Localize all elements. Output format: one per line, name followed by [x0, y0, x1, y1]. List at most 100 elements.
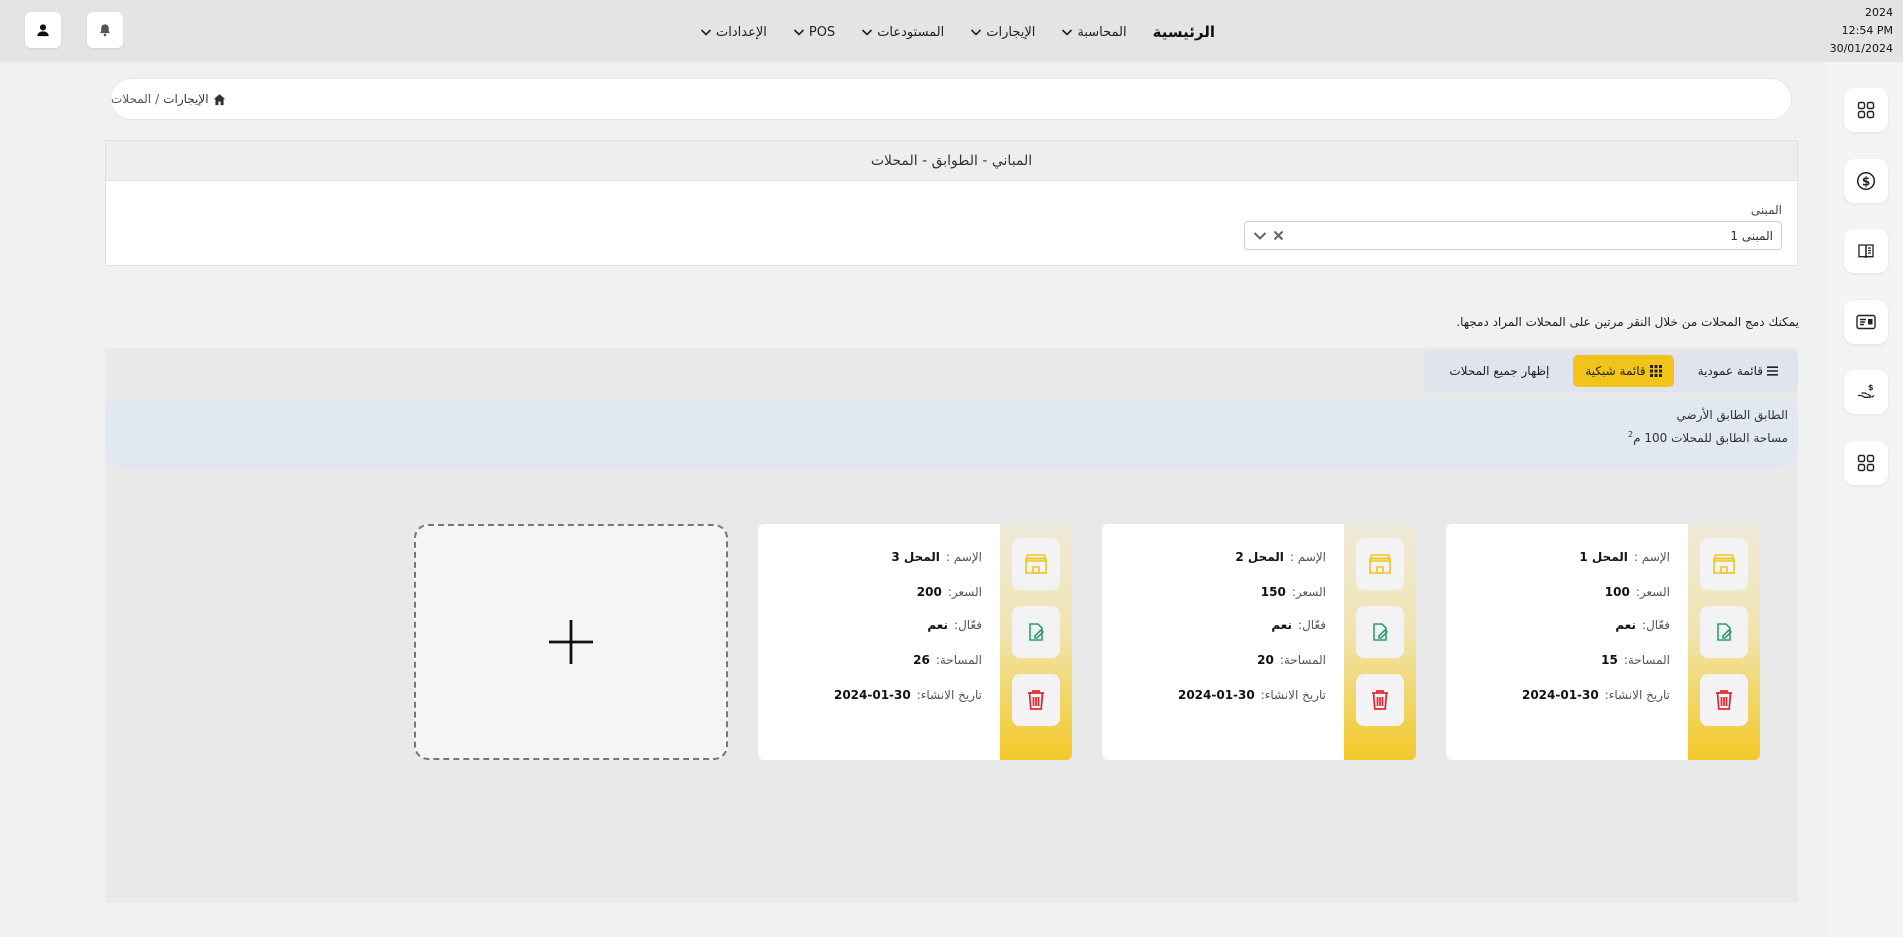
user-menu-button[interactable] — [25, 12, 61, 48]
floor-info-box: الطابق الطابق الأرضي مساحة الطابق للمحلا… — [105, 398, 1798, 468]
book-icon — [1858, 244, 1874, 259]
shop-card-actions — [1688, 524, 1760, 760]
shop-view-button[interactable] — [1356, 538, 1404, 590]
nav-settings[interactable]: الإعدادات — [700, 25, 767, 40]
shop-edit-button[interactable] — [1356, 606, 1404, 658]
top-bar: الرئيسية المحاسبة الإيجارات المستودعات P… — [0, 0, 1903, 62]
panel-title: المباني - الطوابق - المحلات — [106, 141, 1797, 181]
edit-document-icon — [1373, 623, 1389, 641]
plus-icon — [549, 620, 593, 664]
shop-delete-button[interactable] — [1356, 674, 1404, 726]
clear-icon[interactable] — [1273, 230, 1284, 241]
sidebar-item-id-card[interactable] — [1844, 300, 1888, 344]
shop-field-value: نعم — [927, 618, 949, 632]
shop-card[interactable]: الإسم : المحل 1 السعر: 100 فعّال: نعم المساحة:… — [1446, 524, 1760, 760]
shop-field-price: السعر: 150 — [1261, 585, 1326, 599]
hand-money-icon: $ — [1858, 383, 1875, 398]
floor-area-text: مساحة الطابق للمحلات 100 م — [1633, 431, 1788, 445]
shop-card-fields: الإسم : المحل 2 السعر: 150 فعّال: نعم المساحة:… — [1126, 524, 1326, 760]
shop-field-area: المساحة: 26 — [913, 653, 982, 667]
shop-field-label: فعّال: — [954, 618, 982, 632]
trash-icon — [1716, 690, 1732, 710]
building-select[interactable]: المبنى 1 — [1244, 221, 1782, 250]
shop-edit-button[interactable] — [1700, 606, 1748, 658]
building-select-value: المبنى 1 — [1730, 228, 1773, 243]
shop-edit-button[interactable] — [1012, 606, 1060, 658]
sidebar-item-finance[interactable]: $ — [1844, 159, 1888, 203]
shop-field-label: تاريخ الانشاء: — [916, 688, 982, 702]
id-card-icon — [1856, 314, 1876, 330]
shop-field-label: السعر: — [947, 585, 982, 599]
shop-field-value: المحل 2 — [1235, 550, 1284, 564]
chevron-down-icon — [1062, 29, 1073, 36]
home-icon[interactable] — [213, 93, 226, 106]
nav-warehouses[interactable]: المستودعات — [861, 25, 944, 40]
sidebar-item-books[interactable] — [1844, 229, 1888, 273]
breadcrumb-parent[interactable]: الإيجارات — [163, 92, 208, 106]
chevron-down-icon — [793, 29, 804, 36]
shop-field-label: المساحة: — [1279, 653, 1326, 667]
list-icon — [1767, 366, 1778, 376]
shop-card-actions — [1344, 524, 1416, 760]
sidebar-item-apps[interactable] — [1844, 441, 1888, 485]
add-shop-button[interactable] — [414, 524, 728, 760]
shop-icon — [1024, 554, 1048, 574]
breadcrumb-separator: / — [155, 92, 160, 106]
nav-pos-label: POS — [808, 24, 836, 40]
floor-title: الطابق الطابق الأرضي — [1676, 408, 1788, 422]
chevron-down-icon[interactable] — [1253, 230, 1267, 242]
sidebar-item-dashboard[interactable] — [1844, 88, 1888, 132]
shop-field-active: فعّال: نعم — [927, 618, 982, 632]
shop-field-label: تاريخ الانشاء: — [1260, 688, 1326, 702]
shop-card[interactable]: الإسم : المحل 2 السعر: 150 فعّال: نعم المساحة:… — [1102, 524, 1416, 760]
list-view-button[interactable]: قائمة عمودية — [1686, 355, 1790, 387]
floor-area: مساحة الطابق للمحلات 100 م2 — [1628, 430, 1788, 445]
merge-hint-text: يمكنك دمج المحلات من خلال النقر مرتين عل… — [1456, 315, 1799, 329]
nav-home-label: الرئيسية — [1152, 23, 1215, 41]
breadcrumb-current: المحلات — [111, 92, 152, 106]
shop-view-button[interactable] — [1012, 538, 1060, 590]
chevron-down-icon — [700, 29, 712, 36]
show-all-shops-button[interactable]: إظهار جميع المحلات — [1437, 355, 1561, 387]
edit-document-icon — [1717, 623, 1733, 641]
chevron-down-icon — [971, 29, 982, 36]
shop-field-price: السعر: 100 — [1605, 585, 1670, 599]
nav-accounting-label: المحاسبة — [1077, 24, 1127, 40]
shop-field-value: 15 — [1601, 653, 1618, 667]
nav-pos[interactable]: POS — [793, 25, 835, 40]
nav-rentals-label: الإيجارات — [986, 24, 1036, 40]
nav-home[interactable]: الرئيسية — [1153, 23, 1215, 41]
year-text: 2024 — [1865, 6, 1893, 19]
shop-field-value: 2024-01-30 — [833, 688, 911, 702]
shop-field-value: نعم — [1271, 618, 1293, 632]
svg-text:$: $ — [1862, 174, 1870, 188]
grid-icon — [1857, 454, 1875, 472]
shop-view-button[interactable] — [1700, 538, 1748, 590]
datetime-display: 2024 12:54 PM 30/01/2024 — [1813, 4, 1893, 58]
shop-card-actions — [1000, 524, 1072, 760]
shop-field-active: فعّال: نعم — [1271, 618, 1326, 632]
sidebar-item-payments[interactable]: $ — [1844, 370, 1888, 414]
bell-icon — [99, 24, 111, 37]
trash-icon — [1372, 690, 1388, 710]
notifications-button[interactable] — [87, 12, 123, 48]
shop-field-value: المحل 3 — [891, 550, 940, 564]
shop-field-value: 200 — [916, 585, 942, 599]
grid-dots-icon — [1649, 365, 1662, 377]
shop-field-label: فعّال: — [1298, 618, 1326, 632]
shop-field-label: المساحة: — [1623, 653, 1670, 667]
shop-field-created: تاريخ الانشاء: 2024-01-30 — [834, 688, 982, 702]
shop-delete-button[interactable] — [1700, 674, 1748, 726]
shop-card[interactable]: الإسم : المحل 3 السعر: 200 فعّال: نعم المساحة:… — [758, 524, 1072, 760]
svg-text:$: $ — [1868, 383, 1874, 392]
show-all-shops-label: إظهار جميع المحلات — [1449, 364, 1550, 378]
shop-delete-button[interactable] — [1012, 674, 1060, 726]
nav-warehouses-label: المستودعات — [877, 24, 945, 40]
shop-icon — [1368, 554, 1392, 574]
nav-rentals[interactable]: الإيجارات — [970, 25, 1035, 40]
shop-field-label: فعّال: — [1642, 618, 1670, 632]
list-view-label: قائمة عمودية — [1697, 364, 1763, 378]
grid-view-button[interactable]: قائمة شبكية — [1573, 355, 1674, 387]
shop-field-value: 100 — [1604, 585, 1630, 599]
nav-accounting[interactable]: المحاسبة — [1061, 24, 1127, 40]
